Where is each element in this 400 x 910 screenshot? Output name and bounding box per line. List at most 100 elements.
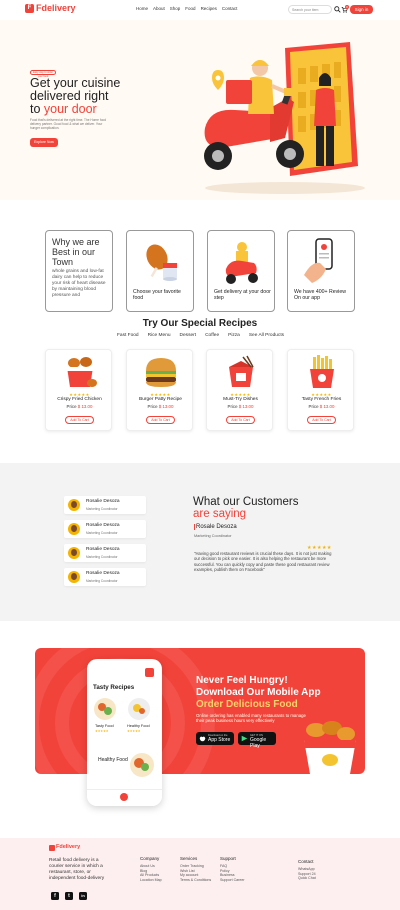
feature-title: Why we are Best in our Town — [52, 237, 100, 267]
recipe-name: Must-Try Dishes — [223, 397, 258, 402]
recipe-tabs: Fast Food Rice Menu Dessert Coffee Pizza… — [117, 333, 284, 338]
reviewer-name: Rosalie Desoza — [86, 523, 120, 528]
reviewer-item[interactable]: Rosalie Desoza Marketing Coordinator — [64, 520, 146, 538]
scooter-delivery-icon — [225, 242, 258, 284]
footer-heading: Company — [140, 856, 160, 861]
footer-link[interactable]: Support Career — [220, 878, 245, 883]
footer-logo-icon — [49, 845, 55, 851]
recipes-title: Try Our Special Recipes — [142, 318, 258, 329]
phone-featured-name: Healthy Food — [98, 757, 128, 763]
price-value: $ 13.00 — [158, 404, 174, 409]
google-play-button[interactable]: GET IT ON Google Play — [238, 732, 276, 749]
footer-description: Retail food delivery is a courier servic… — [49, 858, 105, 881]
facebook-icon[interactable]: f — [51, 892, 59, 900]
footer-logo[interactable]: Fdelivery — [56, 844, 80, 850]
price-label: Price — [66, 404, 77, 409]
price-value: $ 13.00 — [77, 404, 93, 409]
footer-link[interactable]: Location Map — [140, 878, 162, 883]
tab-see-all[interactable]: See All Products — [249, 333, 284, 338]
recipe-card: ★★★★★ Burger Patty Recipe Price $ 13.00 … — [126, 349, 193, 431]
tab-rice-menu[interactable]: Rice Menu — [148, 333, 171, 338]
add-to-cart-button[interactable]: Add To Cart — [65, 416, 94, 424]
tab-fast-food[interactable]: Fast Food — [117, 333, 139, 338]
recipe-name: Crispy Fried Chicken — [57, 397, 102, 402]
avatar — [68, 523, 80, 535]
phone-item-name: Tasty Food — [95, 724, 114, 728]
app-store-button[interactable]: Download on the App Store — [196, 732, 234, 745]
price-label: Price — [227, 404, 238, 409]
reviewer-item[interactable]: Rosalie Desoza Marketing Coordinator — [64, 496, 146, 514]
phone-item-name: Healthy Food — [127, 724, 150, 728]
food-plate-icon — [94, 698, 116, 720]
footer-link[interactable]: Terms & Conditions — [180, 878, 211, 883]
promo-heading-3: Order Delicious Food — [196, 699, 298, 710]
burger-icon — [146, 358, 176, 387]
tab-coffee[interactable]: Coffee — [205, 333, 219, 338]
logo-text[interactable]: Fdelivery — [36, 3, 76, 13]
footer-link[interactable]: WhatsApp — [298, 867, 316, 872]
hero-badge: Easy way to order your food — [30, 70, 56, 78]
nav-about[interactable]: About — [153, 6, 165, 11]
testimonials-title-highlight: are saying — [193, 508, 247, 520]
recipe-price: Price $ 13.00 — [127, 404, 194, 409]
promo-heading: Never Feel Hungry! — [196, 675, 356, 687]
footer-heading: Contact — [298, 859, 314, 864]
avatar — [68, 547, 80, 559]
hero-description: Food that's delivered at the right time.… — [30, 118, 107, 131]
promo-description: Online ordering has enabled many restaur… — [196, 713, 306, 724]
review-quote: "Having good restaurant reviews is cruci… — [194, 551, 332, 572]
hero-title: Get your cuisine delivered right to your… — [30, 77, 160, 116]
footer-col-company: Company About Us Blog All Products Locat… — [140, 856, 162, 882]
store-large-text: App Store — [208, 737, 231, 743]
signin-button[interactable]: Sign in — [350, 5, 373, 14]
avatar — [68, 571, 80, 583]
feature-caption: Get delivery at your door step — [214, 289, 271, 301]
delivery-illustration — [204, 42, 365, 194]
play-icon — [241, 735, 248, 742]
nav-food[interactable]: Food — [185, 6, 195, 11]
logo-icon[interactable]: F — [25, 4, 34, 13]
explore-button[interactable]: Explore Now — [30, 138, 58, 147]
twitter-icon[interactable]: t — [65, 892, 73, 900]
hero-title-highlight: your door — [43, 102, 97, 116]
tab-dessert[interactable]: Dessert — [180, 333, 197, 338]
search-input[interactable]: Search your item — [288, 5, 332, 14]
nav-recipes[interactable]: Recipes — [201, 6, 217, 11]
feature-description: whole grains and low-fat dairy can help … — [52, 269, 106, 298]
recipe-name: Tasty French Fries — [301, 397, 342, 402]
cart-icon — [145, 668, 154, 677]
add-to-cart-button[interactable]: Add To Cart — [307, 416, 336, 424]
reviewer-item[interactable]: Rosalie Desoza Marketing Coordinator — [64, 568, 146, 586]
phone-bottom-nav — [87, 789, 162, 806]
recipe-price: Price $ 13.00 — [207, 404, 274, 409]
tab-pizza[interactable]: Pizza — [228, 333, 240, 338]
nav-contact[interactable]: Contact — [222, 6, 238, 11]
reviewer-role: Marketing Coordinator — [86, 531, 118, 535]
add-to-cart-button[interactable]: Add To Cart — [226, 416, 255, 424]
top-navbar: F Fdelivery Home About Shop Food Recipes… — [0, 0, 400, 20]
nav-shop[interactable]: Shop — [170, 6, 181, 11]
active-reviewer-name: Rosale Desoza — [194, 524, 237, 530]
feature-caption: Choose your favorite food — [133, 289, 181, 301]
nav-home[interactable]: Home — [136, 6, 148, 11]
feature-card-review: We have 400+ Review On our app — [287, 230, 355, 312]
footer-heading: Support — [220, 856, 236, 861]
add-to-cart-button[interactable]: Add To Cart — [146, 416, 175, 424]
main-nav: Home About Shop Food Recipes Contact — [136, 6, 237, 11]
fried-chicken-icon — [67, 357, 97, 387]
reviewer-item[interactable]: Rosalie Desoza Marketing Coordinator — [64, 544, 146, 562]
reviewer-name: Rosalie Desoza — [86, 571, 120, 576]
reviewer-role: Marketing Coordinator — [86, 555, 118, 559]
hero-title-prefix: to — [30, 102, 44, 116]
reviewer-role: Marketing Coordinator — [86, 579, 118, 583]
search-icon[interactable] — [334, 6, 341, 13]
feature-card-delivery: Get delivery at your door step — [207, 230, 275, 312]
noodle-box-icon — [229, 355, 254, 387]
linkedin-icon[interactable]: in — [79, 892, 87, 900]
avatar — [68, 499, 80, 511]
chicken-drink-icon — [146, 244, 177, 281]
price-value: $ 13.00 — [319, 404, 335, 409]
food-plate-icon — [128, 698, 150, 720]
hero-title-line3: to your door — [30, 103, 160, 116]
footer-link[interactable]: Quick Chat — [298, 876, 316, 881]
